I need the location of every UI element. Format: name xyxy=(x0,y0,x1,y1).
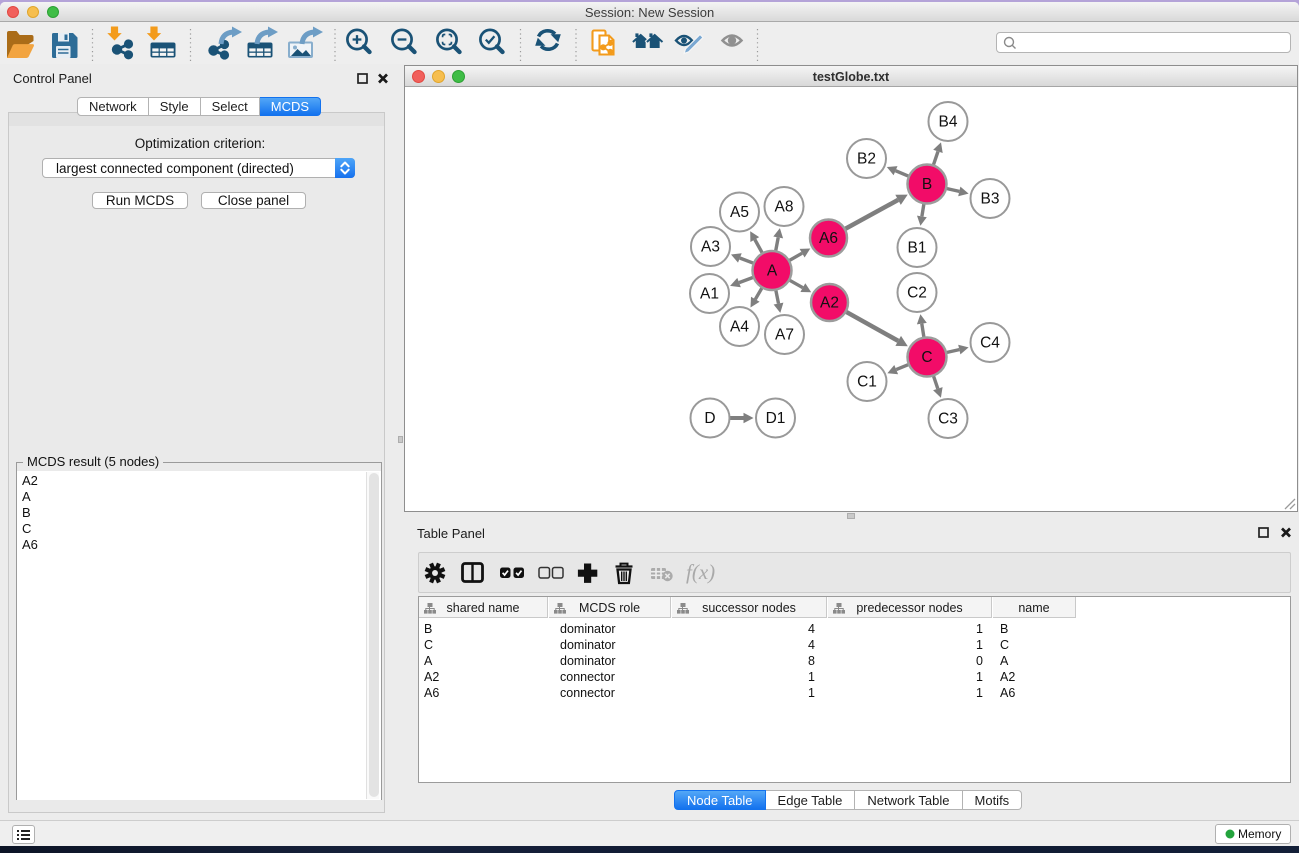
svg-text:D: D xyxy=(704,410,715,427)
svg-text:A8: A8 xyxy=(775,199,794,216)
svg-text:C3: C3 xyxy=(938,411,958,428)
svg-text:B: B xyxy=(922,176,932,193)
svg-text:A5: A5 xyxy=(730,204,749,221)
svg-text:A7: A7 xyxy=(775,327,794,344)
svg-text:B1: B1 xyxy=(908,240,927,257)
svg-text:C2: C2 xyxy=(907,285,927,302)
svg-text:B2: B2 xyxy=(857,151,876,168)
svg-text:C: C xyxy=(921,349,932,366)
svg-text:A4: A4 xyxy=(730,319,749,336)
svg-text:A3: A3 xyxy=(701,239,720,256)
svg-text:A6: A6 xyxy=(819,230,838,247)
svg-text:A: A xyxy=(767,263,778,280)
svg-text:D1: D1 xyxy=(766,410,786,427)
svg-text:A1: A1 xyxy=(700,286,719,303)
svg-text:B3: B3 xyxy=(981,191,1000,208)
svg-text:A2: A2 xyxy=(820,295,839,312)
svg-text:B4: B4 xyxy=(939,114,958,131)
svg-text:C1: C1 xyxy=(857,374,877,391)
svg-text:C4: C4 xyxy=(980,335,1000,352)
